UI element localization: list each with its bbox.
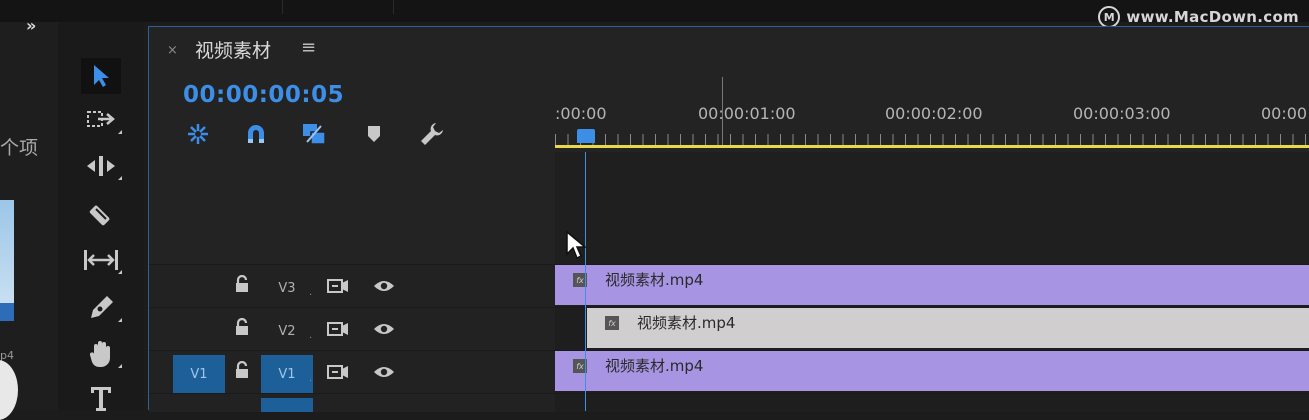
video-clip[interactable]: fx 视频素材.mp4 [555, 351, 1309, 391]
sync-lock-icon[interactable] [327, 278, 349, 298]
hand-icon[interactable] [58, 334, 144, 374]
timeline-panel: × 视频素材 ≡ 00:00:00:05 :00:00 00:00:01:00 … [148, 26, 1309, 412]
tab-close-icon[interactable]: × [167, 43, 178, 58]
clip-label: 视频素材.mp4 [605, 357, 704, 375]
track-dot: . [309, 287, 313, 298]
track-dot: . [309, 330, 313, 341]
watermark-logo-icon: M [1098, 6, 1121, 28]
track-select-forward-icon[interactable] [58, 100, 144, 140]
video-clip[interactable]: fx 视频素材.mp4 [587, 308, 1309, 348]
track-target-v3[interactable]: V3 [261, 269, 313, 307]
track-lane-v3[interactable]: fx 视频素材.mp4 [555, 264, 1309, 307]
toggle-output-eye-icon[interactable] [373, 321, 395, 340]
slip-icon[interactable] [58, 240, 144, 280]
nest-sequence-icon[interactable] [185, 123, 211, 145]
razor-icon[interactable] [58, 194, 144, 234]
timeline-settings-wrench-icon[interactable] [419, 123, 445, 145]
selection-tool-icon[interactable] [58, 56, 144, 96]
work-area-bar[interactable] [555, 145, 1309, 148]
clip-label: 视频素材.mp4 [605, 271, 704, 289]
toggle-output-eye-icon[interactable] [373, 364, 395, 383]
track-lock-icon[interactable] [235, 360, 249, 383]
fx-badge-icon[interactable]: fx [605, 316, 619, 330]
track-dot: . [309, 373, 313, 384]
track-lane-v2[interactable]: fx 视频素材.mp4 [555, 307, 1309, 350]
project-item-count: 个项 [0, 137, 39, 159]
ruler-label: :00:00 [555, 104, 607, 123]
track-target-v1[interactable]: V1 [261, 355, 313, 393]
track-target-v2[interactable]: V2 [261, 312, 313, 350]
ruler-label: 00:00:01:00 [698, 104, 796, 123]
track-header-v2: V2 . [149, 307, 555, 350]
track-lane-v1[interactable]: fx 视频素材.mp4 [555, 350, 1309, 393]
tools-panel [58, 22, 144, 411]
pen-icon[interactable] [58, 288, 144, 328]
track-lock-icon[interactable] [235, 317, 249, 340]
add-marker-icon[interactable] [361, 123, 387, 145]
mouse-cursor-icon [565, 230, 588, 264]
source-patch-v1[interactable]: V1 [173, 355, 225, 393]
type-icon[interactable] [58, 378, 144, 418]
panel-expand-chevron-icon[interactable]: » [26, 16, 36, 35]
toggle-output-eye-icon[interactable] [373, 278, 395, 297]
panel-menu-icon[interactable]: ≡ [301, 37, 316, 58]
track-lane-a1[interactable] [555, 393, 1309, 412]
top-toolbar-remnant [282, 0, 394, 14]
playhead-handle[interactable] [577, 129, 595, 143]
project-clip-thumbnail[interactable] [0, 200, 14, 320]
track-header-v3: V3 . [149, 264, 555, 307]
empty-track-area[interactable] [555, 152, 1309, 264]
track-header-a1 [149, 393, 555, 412]
ripple-edit-icon[interactable] [58, 146, 144, 186]
video-clip[interactable]: fx 视频素材.mp4 [555, 265, 1309, 305]
sequence-tab-title[interactable]: 视频素材 [195, 36, 271, 63]
playhead-timecode[interactable]: 00:00:00:05 [183, 82, 344, 108]
ruler-label: 00:00:02:00 [885, 104, 983, 123]
linked-selection-icon[interactable] [301, 123, 327, 145]
track-header-v1: V1 V1 . [149, 350, 555, 393]
ruler-label: 00:00 [1261, 104, 1308, 123]
playhead-line[interactable] [585, 152, 586, 411]
watermark: M www.MacDown.com [1098, 6, 1299, 28]
sync-lock-icon[interactable] [327, 364, 349, 384]
ruler-label: 00:00:03:00 [1073, 104, 1171, 123]
watermark-text: www.MacDown.com [1126, 8, 1299, 26]
sync-lock-icon[interactable] [327, 321, 349, 341]
track-lock-icon[interactable] [235, 274, 249, 297]
clip-label: 视频素材.mp4 [637, 314, 736, 332]
snap-icon[interactable] [243, 123, 269, 145]
time-ruler[interactable]: :00:00 00:00:01:00 00:00:02:00 00:00:03:… [555, 77, 1309, 152]
thumbnail-selection-badge [0, 303, 14, 321]
